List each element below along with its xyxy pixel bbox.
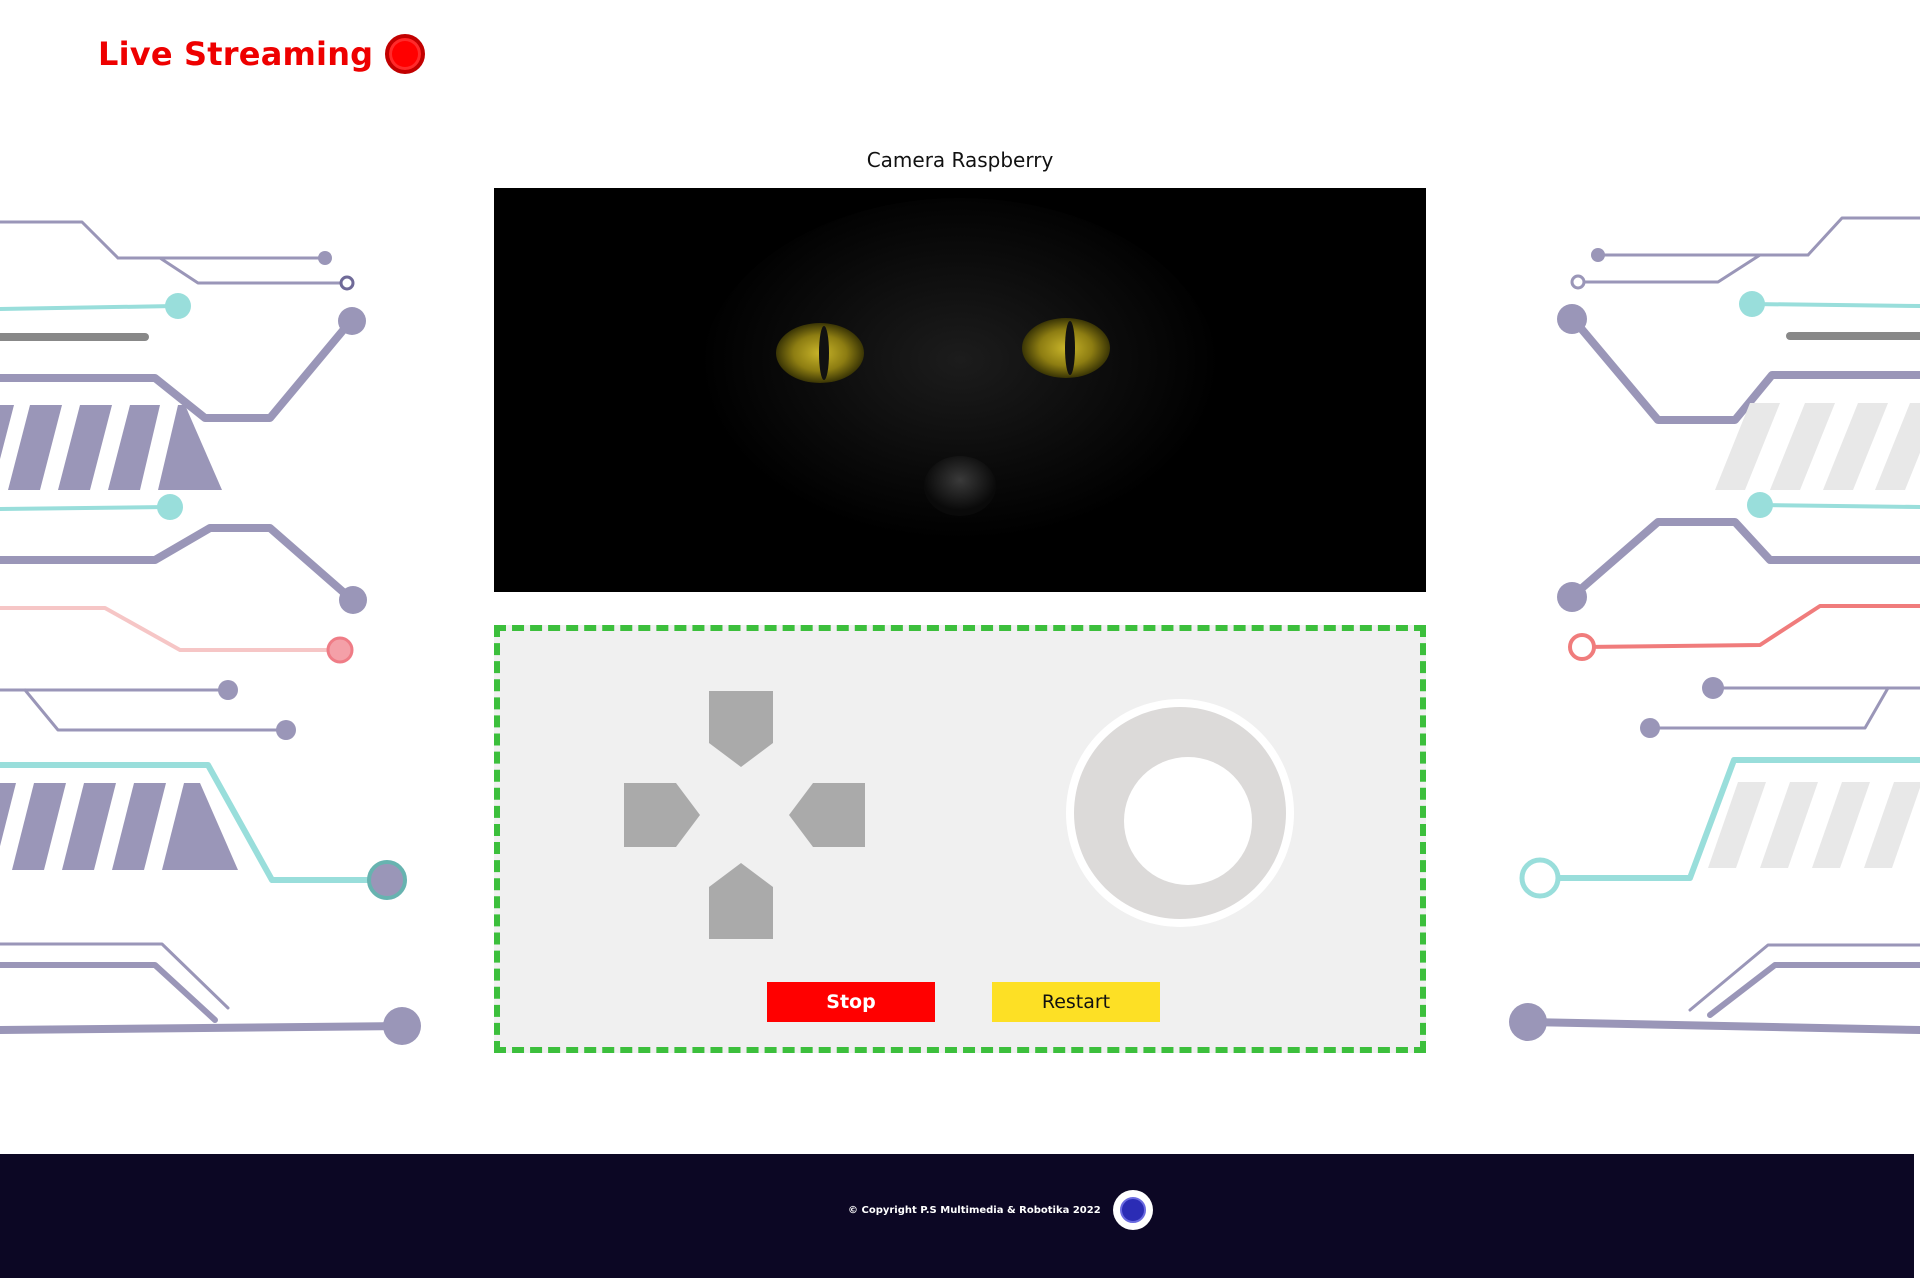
stop-button[interactable]: Stop [767, 982, 935, 1022]
joystick[interactable] [1066, 699, 1294, 927]
dpad-down-button[interactable] [709, 863, 773, 939]
live-record-icon [385, 34, 426, 74]
joystick-ring [1074, 707, 1286, 919]
copyright-text: © Copyright P.S Multimedia & Robotika 20… [848, 1204, 1101, 1216]
camera-stream-image [494, 188, 1426, 592]
joystick-knob[interactable] [1124, 757, 1252, 885]
footer-content: © Copyright P.S Multimedia & Robotika 20… [848, 1190, 1153, 1230]
page-title: Live Streaming [98, 35, 374, 73]
arrow-down-icon [709, 863, 773, 939]
circuit-decoration-right [1509, 216, 1920, 1041]
page-header: Live Streaming [98, 34, 426, 74]
arrow-right-icon [789, 783, 865, 847]
footer: © Copyright P.S Multimedia & Robotika 20… [0, 1154, 1914, 1278]
organization-logo [1112, 1190, 1153, 1230]
arrow-left-icon [624, 783, 700, 847]
arrow-up-icon [709, 691, 773, 767]
dpad-up-button[interactable] [709, 691, 773, 767]
camera-title: Camera Raspberry [866, 148, 1054, 172]
dpad-right-button[interactable] [789, 783, 865, 847]
camera-stream [494, 188, 1426, 592]
restart-button[interactable]: Restart [992, 982, 1160, 1022]
logo-emblem-icon [1119, 1197, 1146, 1223]
dpad-left-button[interactable] [624, 783, 700, 847]
circuit-decoration-left [0, 220, 421, 1045]
control-panel: Stop Restart [494, 625, 1426, 1053]
